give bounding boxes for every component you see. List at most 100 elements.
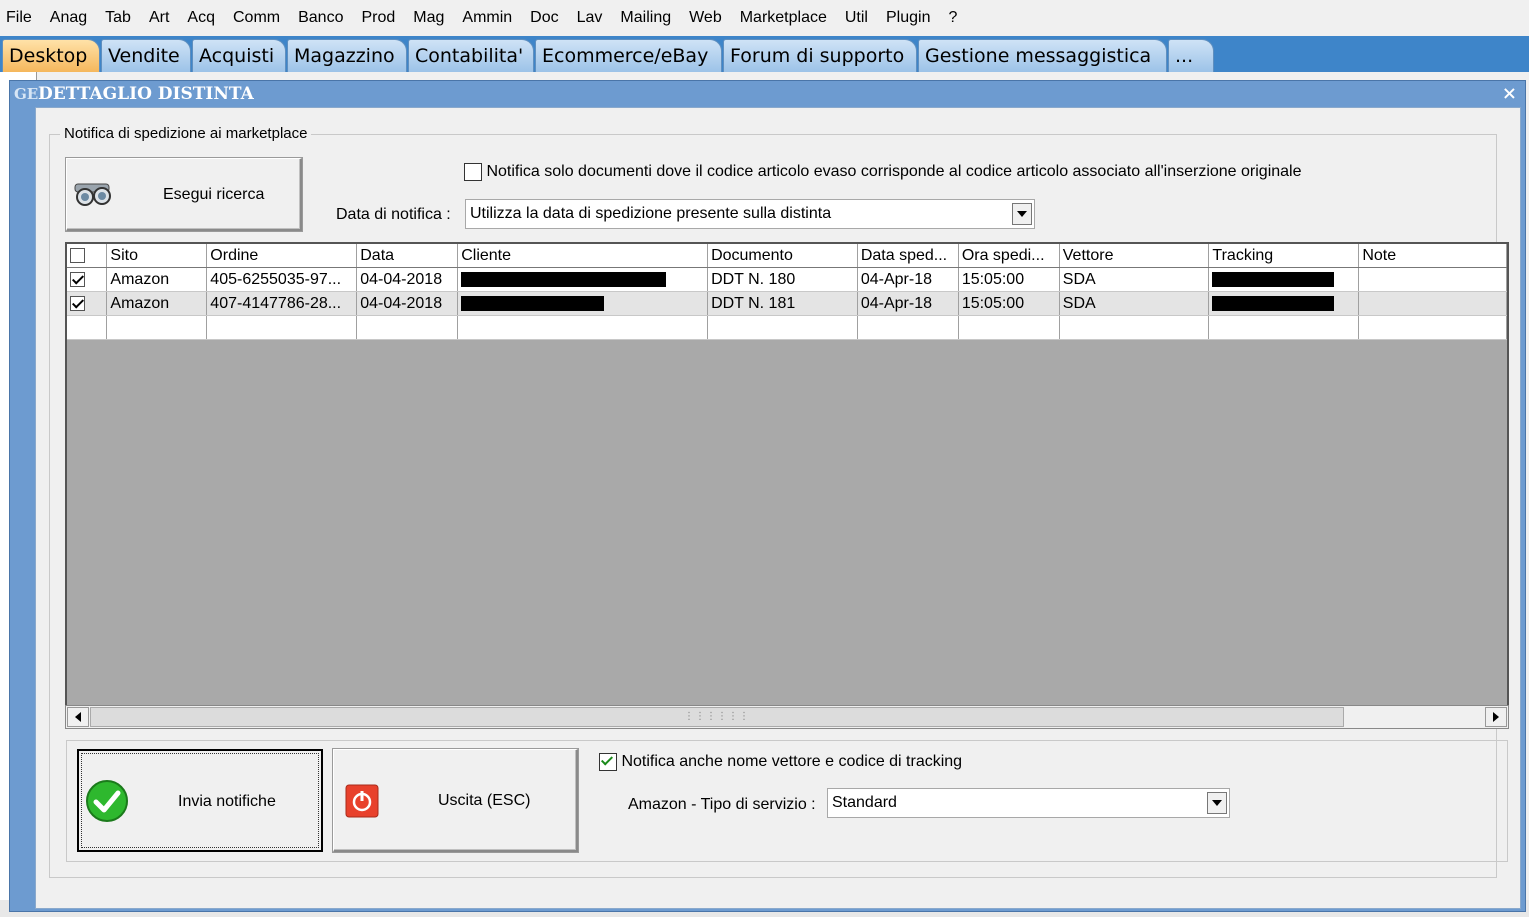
cell-ordine[interactable]: 407-4147786-28... [206, 291, 358, 316]
cell-note[interactable] [1358, 267, 1507, 292]
service-type-label: Amazon - Tipo di servizio : [628, 796, 816, 813]
column-header[interactable]: Sito [106, 244, 208, 268]
cell-data[interactable]: 04-04-2018 [356, 291, 459, 316]
column-header[interactable]: Ordine [206, 244, 358, 268]
tab-contabilita[interactable]: Contabilita' [408, 39, 534, 72]
column-header[interactable]: Ora spedi... [958, 244, 1060, 268]
send-notifications-button[interactable]: Invia notifiche [77, 749, 323, 852]
cell-tracking[interactable] [1208, 267, 1360, 292]
empty-cell[interactable] [958, 315, 1060, 340]
cell-cliente[interactable] [457, 291, 709, 316]
menu-item-tab[interactable]: Tab [99, 9, 143, 27]
cell-sito[interactable]: Amazon [106, 267, 208, 292]
menu-item-comm[interactable]: Comm [227, 9, 292, 27]
table-row[interactable]: Amazon 407-4147786-28... 04-04-2018 DDT N. … [67, 291, 1507, 316]
tab-acquisti[interactable]: Acquisti [192, 39, 286, 72]
menu-item-lav[interactable]: Lav [571, 9, 615, 27]
exit-button[interactable]: Uscita (ESC) [333, 749, 578, 852]
cell-tracking[interactable] [1208, 291, 1360, 316]
scroll-left-icon[interactable] [67, 707, 89, 727]
empty-cell[interactable] [1059, 315, 1210, 340]
column-header[interactable]: Documento [707, 244, 858, 268]
table-row[interactable]: Amazon 405-6255035-97... 04-04-2018 DDT N. … [67, 267, 1507, 292]
close-icon[interactable]: × [1502, 81, 1517, 107]
select-all-checkbox[interactable] [70, 247, 85, 263]
menu-item-acq[interactable]: Acq [181, 9, 227, 27]
column-header[interactable]: Data [356, 244, 459, 268]
tab-vendite[interactable]: Vendite [101, 39, 191, 72]
empty-cell[interactable] [356, 315, 459, 340]
cell-data-sped[interactable]: 04-Apr-18 [857, 267, 959, 292]
empty-cell[interactable] [106, 315, 208, 340]
menu-item-banco[interactable]: Banco [292, 9, 355, 27]
notify-carrier-checkbox[interactable] [599, 753, 617, 771]
row-checkbox[interactable] [70, 295, 85, 311]
only-matching-label: Notifica solo documenti dove il codice a… [486, 163, 1302, 180]
cell-vettore[interactable]: SDA [1059, 267, 1210, 292]
menu-item-marketplace[interactable]: Marketplace [734, 9, 839, 27]
shipments-grid[interactable]: Sito Ordine Data Cliente Documento Data sped.… [65, 242, 1509, 729]
cell-data[interactable]: 04-04-2018 [356, 267, 459, 292]
row-select-cell[interactable] [67, 267, 108, 292]
chevron-down-icon[interactable] [1207, 792, 1227, 814]
scrollbar-thumb[interactable]: ⋮⋮⋮⋮⋮⋮ [90, 707, 1344, 727]
notification-date-select[interactable]: Utilizza la data di spedizione presente … [465, 199, 1035, 229]
tab-forum-di-supporto[interactable]: Forum di supporto [723, 39, 917, 72]
empty-cell[interactable] [857, 315, 959, 340]
empty-cell[interactable] [1208, 315, 1360, 340]
search-button[interactable]: Esegui ricerca [66, 158, 302, 231]
row-select-cell[interactable] [67, 291, 108, 316]
tab-desktop[interactable]: Desktop [2, 39, 100, 72]
tab-gestione-messaggistica[interactable]: Gestione messaggistica [918, 39, 1167, 72]
cell-note[interactable] [1358, 291, 1507, 316]
service-type-select[interactable]: Standard [827, 788, 1230, 818]
menu-item-doc[interactable]: Doc [524, 9, 570, 27]
empty-cell[interactable] [707, 315, 858, 340]
tab-magazzino[interactable]: Magazzino [287, 39, 407, 72]
tab-more[interactable]: ... [1168, 39, 1214, 72]
cell-cliente[interactable] [457, 267, 709, 292]
column-header[interactable]: Note [1358, 244, 1507, 268]
row-checkbox[interactable] [70, 271, 85, 287]
tab-ecommerce-ebay[interactable]: Ecommerce/eBay [535, 39, 722, 72]
empty-cell[interactable] [1358, 315, 1507, 340]
dialog-title-bar[interactable]: GEDETTAGLIO DISTINTA × [10, 81, 1525, 107]
select-all-cell[interactable] [67, 244, 108, 268]
column-header[interactable]: Tracking [1208, 244, 1360, 268]
cell-ora[interactable]: 15:05:00 [958, 267, 1060, 292]
scroll-right-icon[interactable] [1485, 707, 1507, 727]
menu-item-mag[interactable]: Mag [407, 9, 456, 27]
binoculars-icon [72, 179, 118, 214]
cell-ora[interactable]: 15:05:00 [958, 291, 1060, 316]
menu-item-web[interactable]: Web [683, 9, 734, 27]
menu-item-util[interactable]: Util [839, 9, 880, 27]
menu-item-plugin[interactable]: Plugin [880, 9, 942, 27]
empty-cell[interactable] [457, 315, 709, 340]
chevron-down-icon[interactable] [1012, 203, 1032, 225]
menu-item-mailing[interactable]: Mailing [614, 9, 683, 27]
table-row-empty[interactable] [67, 315, 1507, 340]
menu-item-prod[interactable]: Prod [355, 9, 407, 27]
notify-carrier-checkbox-row[interactable]: Notifica anche nome vettore e codice di … [599, 753, 962, 771]
empty-cell[interactable] [67, 315, 108, 340]
menu-item-help[interactable]: ? [942, 9, 969, 27]
menu-item-ammin[interactable]: Ammin [456, 9, 524, 27]
cell-sito[interactable]: Amazon [106, 291, 208, 316]
cell-vettore[interactable]: SDA [1059, 291, 1210, 316]
column-header[interactable]: Cliente [457, 244, 709, 268]
horizontal-scrollbar[interactable]: ⋮⋮⋮⋮⋮⋮ [65, 705, 1509, 729]
cell-data-sped[interactable]: 04-Apr-18 [857, 291, 959, 316]
cell-documento[interactable]: DDT N. 180 [707, 267, 858, 292]
only-matching-checkbox-row[interactable]: Notifica solo documenti dove il codice a… [464, 163, 1302, 181]
menu-item-anag[interactable]: Anag [44, 9, 99, 27]
only-matching-checkbox[interactable] [464, 163, 482, 181]
cell-ordine[interactable]: 405-6255035-97... [206, 267, 358, 292]
column-header[interactable]: Vettore [1059, 244, 1210, 268]
exit-button-label: Uscita (ESC) [438, 792, 531, 809]
notify-carrier-label: Notifica anche nome vettore e codice di … [621, 753, 963, 770]
empty-cell[interactable] [206, 315, 358, 340]
menu-item-art[interactable]: Art [143, 9, 181, 27]
menu-item-file[interactable]: File [0, 9, 44, 27]
column-header[interactable]: Data sped... [857, 244, 959, 268]
cell-documento[interactable]: DDT N. 181 [707, 291, 858, 316]
